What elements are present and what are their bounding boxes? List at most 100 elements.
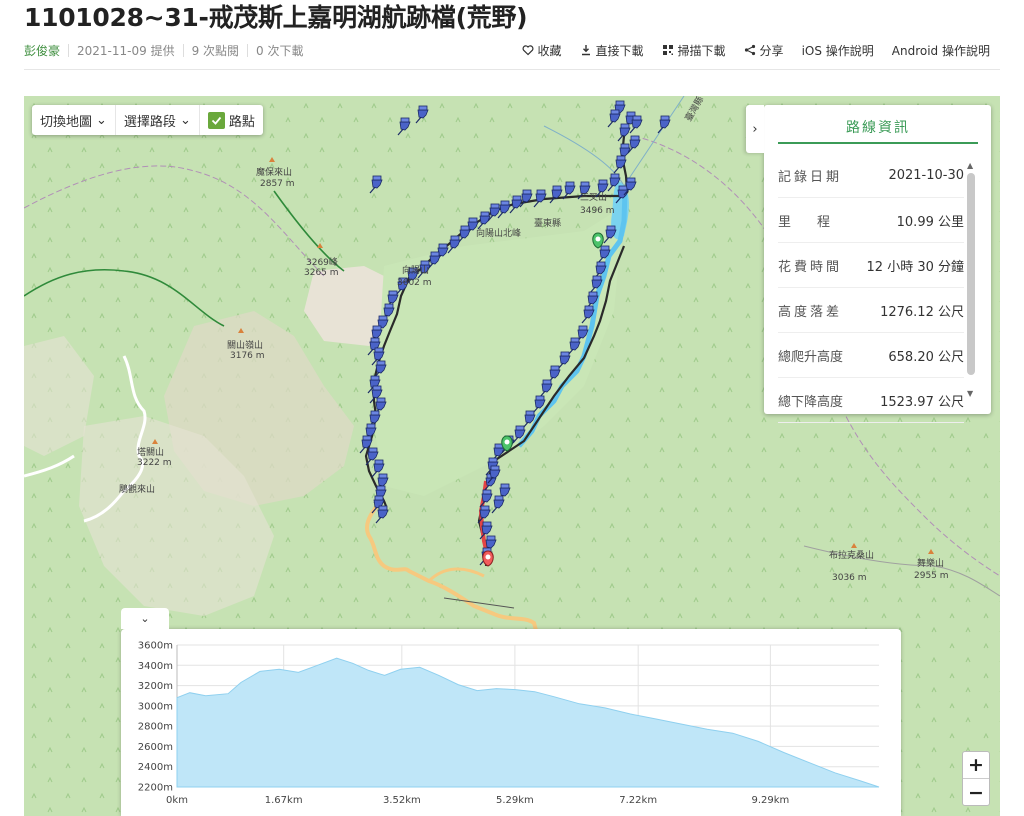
x-tick-label: 3.52km: [383, 795, 421, 806]
route-info-list: 記錄日期 2021-10-30 里程 10.99 公里 花費時間 12 小時 3…: [778, 153, 964, 423]
info-label: 總下降高度: [778, 394, 844, 410]
direct-download-button[interactable]: 直接下載: [580, 42, 644, 59]
info-value: 1276.12 公尺: [880, 304, 964, 320]
y-tick-label: 3600m: [138, 641, 173, 652]
elevation-chart[interactable]: 3600m 3400m 3200m 3000m 2800m 2600m 2400…: [121, 629, 901, 816]
waypoints-toggle[interactable]: 路點: [200, 105, 263, 135]
page-title: 1101028~31-戒茂斯上嘉明湖航跡檔(荒野): [24, 3, 528, 32]
route-info-row: 總爬升高度 658.20 公尺: [778, 333, 964, 378]
info-scrollbar[interactable]: ▲ ▼: [965, 161, 977, 403]
action-bar: 收藏 直接下載 掃描下載 分享 iOS 操作說明 Android 操作說明: [522, 41, 990, 59]
waypoints-label: 路點: [228, 114, 255, 130]
scan-download-label: 掃描下載: [677, 43, 726, 58]
map-label: 鵰觀來山: [119, 483, 155, 495]
route-info-row: 總下降高度 1523.97 公尺: [778, 378, 964, 423]
y-tick-label: 2200m: [138, 783, 173, 794]
select-segment-label: 選擇路段: [123, 114, 176, 130]
author-link[interactable]: 彭俊豪: [24, 42, 60, 59]
map-toolbar: 切換地圖 ⌄ 選擇路段 ⌄ 路點: [32, 105, 263, 135]
info-value: 1523.97 公尺: [880, 394, 964, 410]
map-label: 塔關山: [137, 446, 164, 458]
checkbox-checked-icon[interactable]: [207, 111, 225, 129]
y-tick-label: 2600m: [138, 742, 173, 753]
scroll-up-icon[interactable]: ▲: [967, 161, 973, 170]
y-tick-label: 3000m: [138, 701, 173, 712]
switch-map-dropdown[interactable]: 切換地圖 ⌄: [32, 105, 116, 135]
map-label: 關山嶺山: [227, 340, 263, 351]
map-label: 2857 m: [260, 179, 295, 189]
info-value: 2021-10-30: [888, 167, 964, 183]
start-marker[interactable]: [592, 232, 604, 249]
qrcode-icon: [662, 45, 673, 55]
info-label: 高度落差: [778, 304, 843, 320]
chevron-down-icon: ⌄: [96, 112, 107, 128]
route-info-title: 路線資訊: [778, 117, 978, 144]
header-divider: [24, 69, 1000, 70]
x-tick-label: 0km: [166, 795, 188, 806]
elevation-area: [176, 657, 880, 788]
y-tick-label: 3200m: [138, 681, 173, 692]
divider: [247, 43, 249, 57]
info-value: 658.20 公尺: [888, 349, 964, 365]
zoom-control: + −: [962, 751, 990, 806]
info-label: 里程: [778, 214, 857, 230]
collapse-panel-button[interactable]: ›: [746, 105, 764, 153]
view-count: 9 次點閱: [191, 43, 240, 58]
map-label: 臺東縣: [534, 217, 561, 229]
route-info-row: 高度落差 1276.12 公尺: [778, 288, 964, 333]
chevron-down-icon: ⌄: [179, 112, 191, 128]
scan-download-button[interactable]: 掃描下載: [662, 42, 726, 59]
share-label: 分享: [759, 43, 784, 58]
map-label: 3496 m: [580, 206, 615, 216]
heart-icon: [522, 45, 533, 56]
map-label: 3269峰: [306, 257, 338, 268]
info-label: 記錄日期: [778, 169, 843, 185]
y-tick-label: 2800m: [138, 722, 173, 733]
map-label: 布拉克桑山: [829, 549, 874, 561]
map-label: 三叉山: [580, 192, 607, 203]
chevron-right-icon: ›: [752, 121, 758, 137]
y-tick-label: 2400m: [138, 762, 173, 773]
y-tick-label: 3400m: [138, 661, 173, 672]
map-view[interactable]: 魔保來山 2857 m 3269峰 3265 m 向陽山 3602 m 向陽山北…: [24, 96, 1000, 816]
route-info-row: 花費時間 12 小時 30 分鐘: [778, 243, 964, 288]
direct-download-label: 直接下載: [595, 43, 644, 58]
share-icon: [744, 44, 755, 56]
favorite-label: 收藏: [537, 43, 562, 58]
elevation-profile-panel: ⌄ 3600m 3400m 3200m 3000m 2800m 2600m 24…: [121, 608, 901, 816]
map-label: 3176 m: [230, 351, 265, 361]
map-label: 3602 m: [397, 278, 432, 288]
route-info-row: 里程 10.99 公里: [778, 198, 964, 243]
collapse-profile-button[interactable]: ⌄: [121, 608, 169, 629]
x-axis: 0km 1.67km 3.52km 5.29km 7.22km 9.29km: [166, 795, 789, 806]
chevron-down-icon: ⌄: [140, 612, 150, 625]
zoom-in-button[interactable]: +: [963, 752, 989, 779]
end-marker[interactable]: [482, 550, 494, 567]
track-meta: 彭俊豪 2021-11-09 提供 9 次點閱 0 次下載: [24, 41, 303, 59]
android-help-link[interactable]: Android 操作說明: [892, 42, 990, 59]
ios-help-link[interactable]: iOS 操作說明: [802, 42, 874, 59]
switch-map-label: 切換地圖: [40, 114, 93, 130]
select-segment-dropdown[interactable]: 選擇路段 ⌄: [116, 105, 200, 135]
map-label: 向陽山北峰: [476, 227, 521, 239]
info-label: 總爬升高度: [778, 349, 844, 365]
divider: [182, 43, 184, 57]
route-info-row: 記錄日期 2021-10-30: [778, 153, 964, 198]
favorite-button[interactable]: 收藏: [522, 42, 562, 59]
download-count: 0 次下載: [256, 43, 304, 58]
scroll-down-icon[interactable]: ▼: [967, 389, 973, 398]
scrollbar-thumb[interactable]: [967, 173, 975, 375]
share-button[interactable]: 分享: [744, 42, 784, 59]
info-label: 花費時間: [778, 259, 843, 275]
map-label: 2955 m: [914, 571, 949, 581]
y-axis: 3600m 3400m 3200m 3000m 2800m 2600m 2400…: [138, 641, 173, 794]
zoom-out-button[interactable]: −: [963, 779, 989, 806]
download-icon: [581, 45, 590, 56]
x-tick-label: 7.22km: [619, 795, 657, 806]
start-marker[interactable]: [501, 435, 513, 452]
route-info-panel: › 路線資訊 記錄日期 2021-10-30 里程 10.99 公里 花費時間 …: [746, 105, 991, 423]
map-label: 魔保來山: [256, 166, 292, 178]
map-label: 3265 m: [304, 268, 339, 278]
map-label: 舞樂山: [917, 557, 944, 569]
x-tick-label: 1.67km: [265, 795, 303, 806]
